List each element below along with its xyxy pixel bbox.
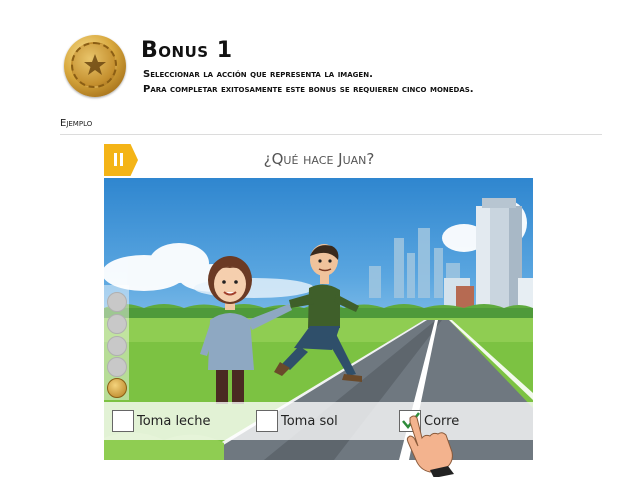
instruction-line-2: Para completar exitosamente este bonus s…: [143, 84, 474, 95]
coin-counter-icon: [107, 378, 127, 398]
instruction-line-1: Seleccionar la acción que representa la …: [143, 69, 373, 80]
pause-icon-bar: [120, 153, 123, 166]
example-label: Ejemplo: [60, 118, 93, 129]
progress-dot: [107, 357, 127, 377]
option-label: Toma sol: [281, 414, 338, 429]
game-header: ¿Qué hace Juan?: [104, 144, 534, 178]
answer-options: Toma leche Toma sol Corre: [104, 402, 533, 440]
pause-icon: [114, 153, 117, 166]
pointing-hand-icon: [406, 415, 454, 477]
progress-dot: [107, 336, 127, 356]
page-title: Bonus 1: [141, 38, 233, 63]
pause-button[interactable]: [104, 144, 138, 176]
checkbox[interactable]: [256, 410, 278, 432]
progress-dot: [107, 292, 127, 312]
question-text: ¿Qué hace Juan?: [263, 150, 375, 168]
option-label: Toma leche: [137, 414, 211, 429]
checkbox[interactable]: [112, 410, 134, 432]
progress-dot: [107, 314, 127, 334]
coin-icon: [64, 35, 126, 97]
divider: [60, 134, 602, 135]
